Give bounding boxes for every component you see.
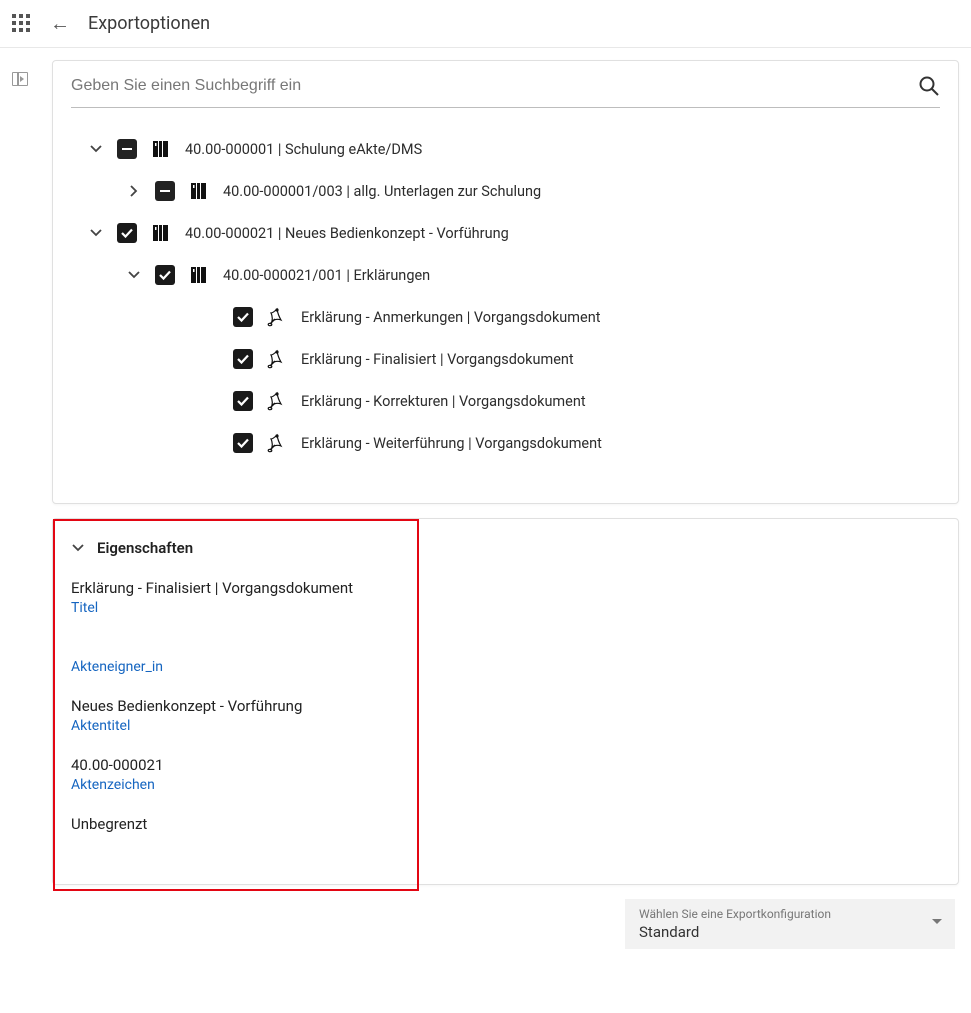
property-value: Erklärung - Finalisiert | Vorgangsdokume… <box>71 579 940 597</box>
export-config-label: Wählen Sie eine Exportkonfiguration <box>639 907 941 921</box>
property-label: Akteneigner_in <box>71 659 940 675</box>
checkbox-checked[interactable] <box>117 223 137 243</box>
property-block: Akteneigner_in <box>71 638 940 675</box>
pdf-icon <box>267 433 287 453</box>
tree-scroll[interactable]: 40.00-000001 | Schulung eAkte/DMS 40.00-0… <box>53 108 958 503</box>
tree-item-label: 40.00-000001/003 | allg. Unterlagen zur … <box>223 183 541 200</box>
pdf-icon <box>267 307 287 327</box>
folder-icon <box>151 139 171 159</box>
tree-row[interactable]: Erklärung - Anmerkungen | Vorgangsdokume… <box>53 296 958 338</box>
search-icon[interactable] <box>918 75 940 97</box>
property-block: 40.00-000021 Aktenzeichen <box>71 756 940 793</box>
page-title: Exportoptionen <box>88 13 210 34</box>
tree-row[interactable]: 40.00-000021 | Neues Bedienkonzept - Vor… <box>53 212 958 254</box>
pdf-icon <box>267 391 287 411</box>
folder-icon <box>189 265 209 285</box>
tree-item-label: Erklärung - Weiterführung | Vorgangsdoku… <box>301 435 602 452</box>
export-config-value: Standard <box>639 923 941 941</box>
export-config-select[interactable]: Wählen Sie eine Exportkonfiguration Stan… <box>625 899 955 949</box>
properties-scroll[interactable]: Eigenschaften Erklärung - Finalisiert | … <box>53 519 958 884</box>
property-label: Titel <box>71 600 940 616</box>
checkbox-indeterminate[interactable] <box>117 139 137 159</box>
apps-icon[interactable] <box>12 14 32 34</box>
tree-item-label: Erklärung - Korrekturen | Vorgangsdokume… <box>301 393 586 410</box>
property-label: Aktenzeichen <box>71 777 940 793</box>
properties-card: Eigenschaften Erklärung - Finalisiert | … <box>52 518 959 885</box>
checkbox-checked[interactable] <box>233 349 253 369</box>
tree-row[interactable]: Erklärung - Weiterführung | Vorgangsdoku… <box>53 422 958 464</box>
chevron-down-icon[interactable] <box>89 142 103 156</box>
checkbox-checked[interactable] <box>233 433 253 453</box>
chevron-down-icon[interactable] <box>89 226 103 240</box>
folder-icon <box>189 181 209 201</box>
folder-icon <box>151 223 171 243</box>
footer-row: Wählen Sie eine Exportkonfiguration Stan… <box>52 899 959 959</box>
tree-row[interactable]: 40.00-000001/003 | allg. Unterlagen zur … <box>53 170 958 212</box>
tree-item-label: Erklärung - Anmerkungen | Vorgangsdokume… <box>301 309 600 326</box>
property-block: Erklärung - Finalisiert | Vorgangsdokume… <box>71 579 940 616</box>
pdf-icon <box>267 349 287 369</box>
property-value: Unbegrenzt <box>71 815 940 833</box>
back-button[interactable]: ← <box>50 11 70 36</box>
property-value <box>71 638 940 656</box>
tree-row[interactable]: 40.00-000001 | Schulung eAkte/DMS <box>53 128 958 170</box>
checkbox-checked[interactable] <box>233 307 253 327</box>
properties-heading: Eigenschaften <box>97 539 193 557</box>
tree-row[interactable]: Erklärung - Finalisiert | Vorgangsdokume… <box>53 338 958 380</box>
tree-row[interactable]: 40.00-000021/001 | Erklärungen <box>53 254 958 296</box>
property-block: Neues Bedienkonzept - Vorführung Aktentit… <box>71 697 940 734</box>
tree-card: 40.00-000001 | Schulung eAkte/DMS 40.00-0… <box>52 60 959 504</box>
property-label: Aktentitel <box>71 718 940 734</box>
dropdown-icon <box>931 916 943 932</box>
tree-row[interactable]: Erklärung - Korrekturen | Vorgangsdokume… <box>53 380 958 422</box>
top-bar: ← Exportoptionen <box>0 0 971 48</box>
chevron-down-icon[interactable] <box>71 541 85 555</box>
panel-toggle-icon[interactable] <box>12 72 28 86</box>
checkbox-checked[interactable] <box>155 265 175 285</box>
tree-item-label: 40.00-000021/001 | Erklärungen <box>223 267 430 284</box>
tree-item-label: Erklärung - Finalisiert | Vorgangsdokume… <box>301 351 574 368</box>
checkbox-checked[interactable] <box>233 391 253 411</box>
chevron-right-icon[interactable] <box>127 184 141 198</box>
tree-item-label: 40.00-000001 | Schulung eAkte/DMS <box>185 141 422 158</box>
property-value: Neues Bedienkonzept - Vorführung <box>71 697 940 715</box>
search-input[interactable] <box>71 77 918 95</box>
property-block: Unbegrenzt <box>71 815 940 833</box>
left-rail <box>0 48 40 1013</box>
property-value: 40.00-000021 <box>71 756 940 774</box>
tree-item-label: 40.00-000021 | Neues Bedienkonzept - Vor… <box>185 225 509 242</box>
checkbox-indeterminate[interactable] <box>155 181 175 201</box>
chevron-down-icon[interactable] <box>127 268 141 282</box>
